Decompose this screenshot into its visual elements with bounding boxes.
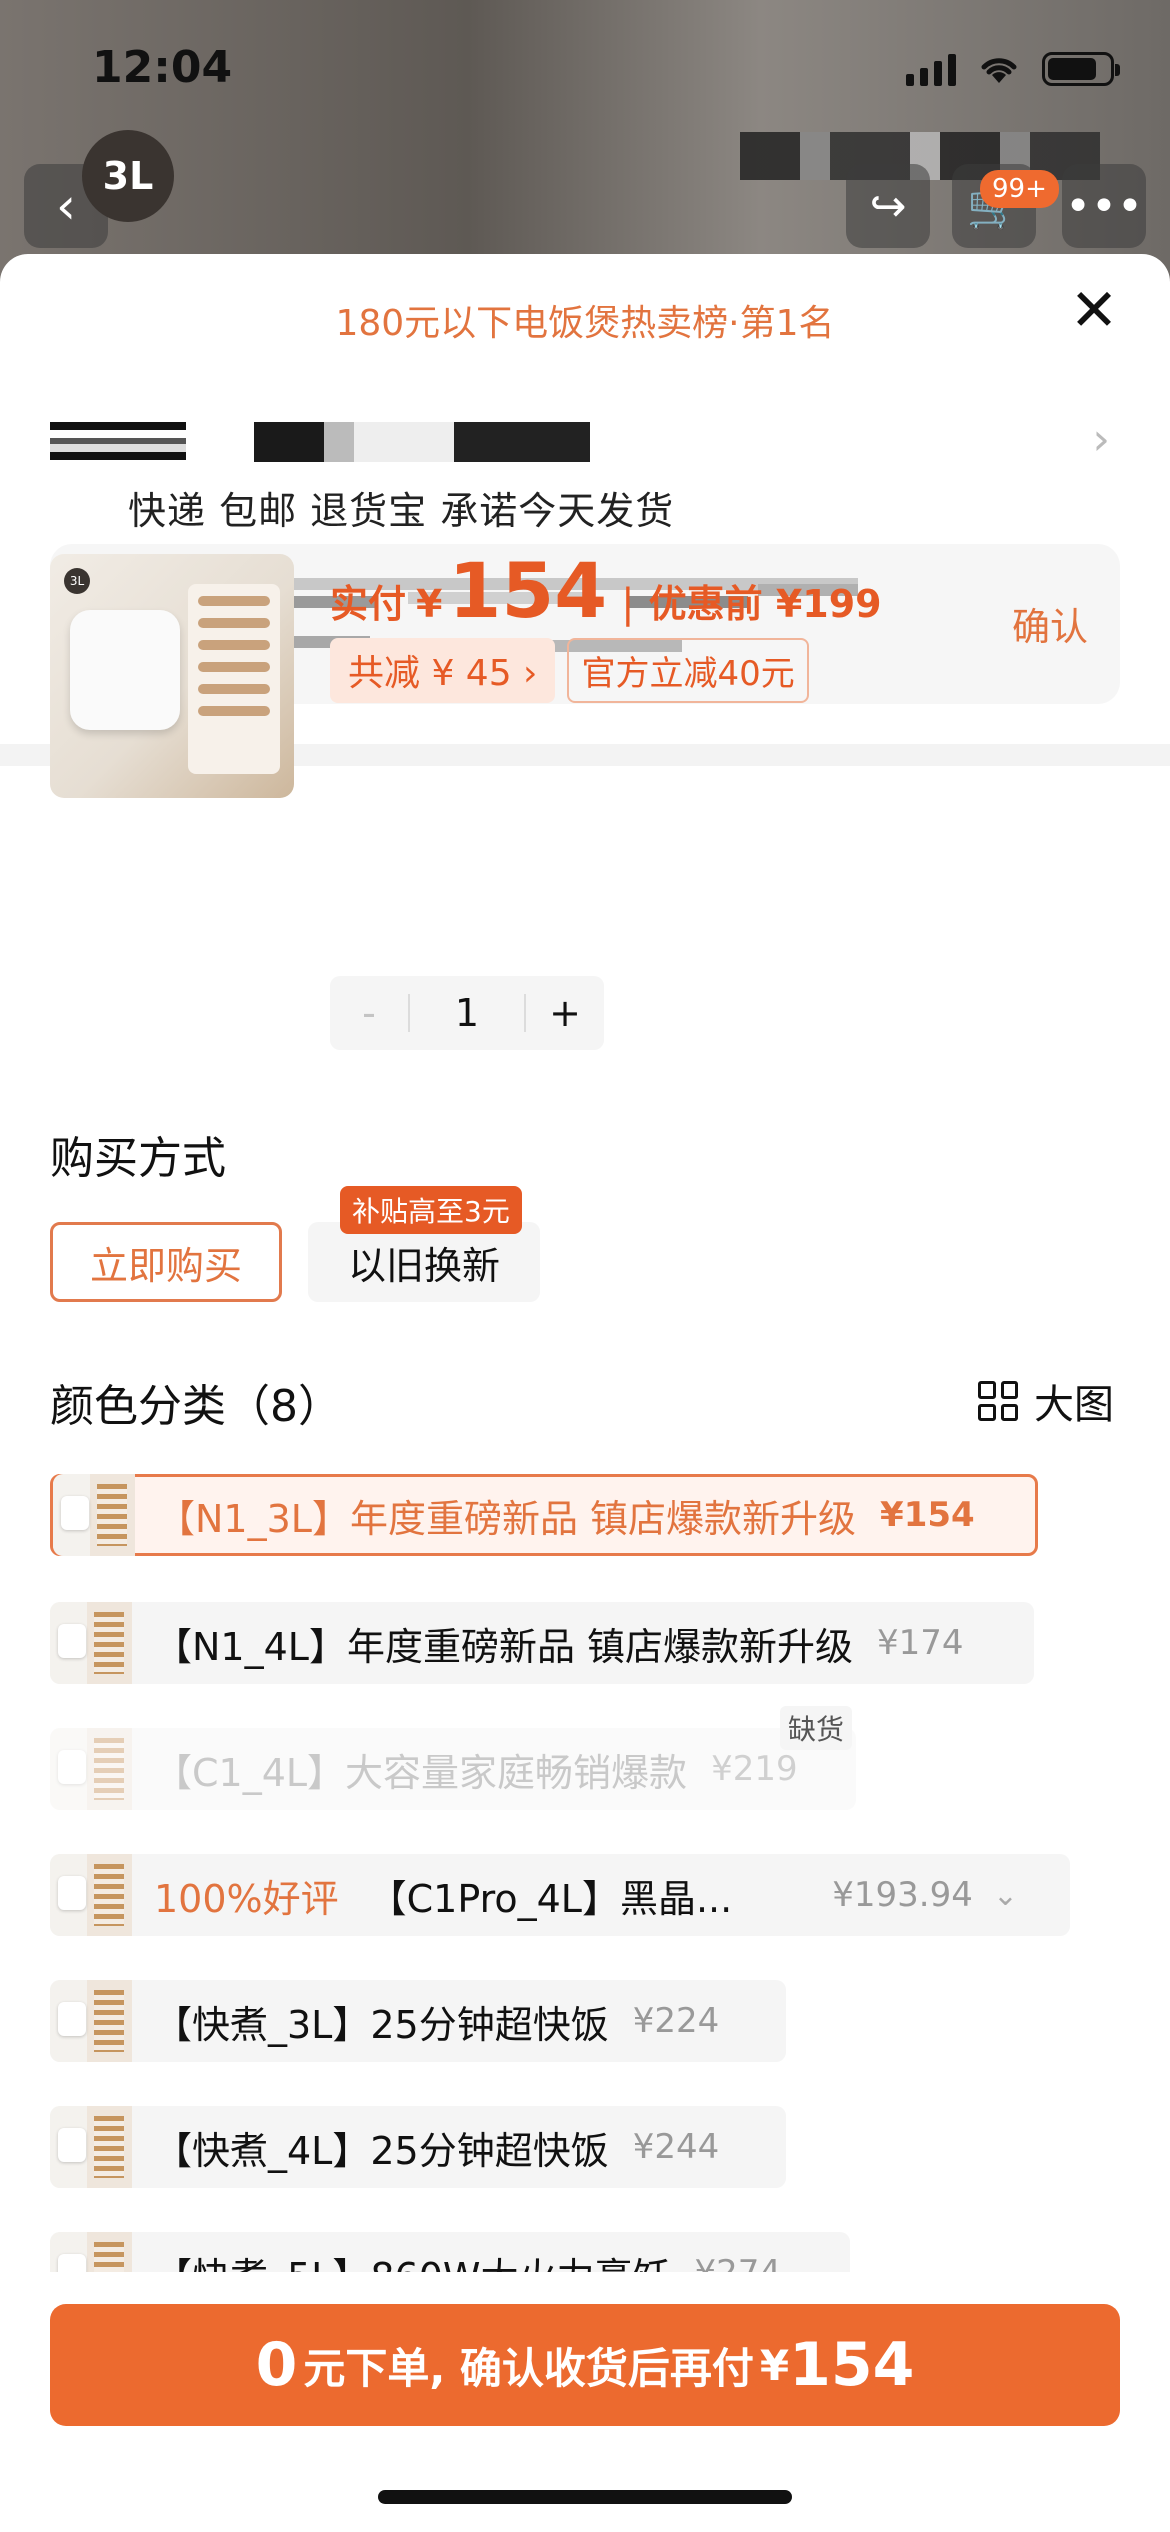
quantity-increase-button[interactable]: + [526, 991, 604, 1035]
subsidy-badge: 补贴高至3元 [340, 1186, 522, 1234]
variant-option[interactable]: 【N1_4L】年度重磅新品 镇店爆款新升级 ¥174 [50, 1602, 1034, 1684]
discount-tags: 共减 ¥ 45 › 官方立减40元 [330, 638, 809, 703]
price-row: 实付 ¥ 154 | 优惠前 ¥199 [330, 546, 882, 635]
variant-option[interactable]: 【N1_3L】年度重磅新品 镇店爆款新升级 ¥154 [50, 1474, 1038, 1556]
variant-price: ¥154 [880, 1495, 975, 1535]
variant-label: 【C1_4L】大容量家庭畅销爆款 [154, 1750, 688, 1795]
big-view-toggle[interactable]: 大图 [978, 1372, 1114, 1430]
close-button[interactable]: ✕ [1064, 280, 1124, 340]
variant-price: ¥219 [711, 1749, 798, 1789]
variant-price: ¥193.94 [832, 1875, 973, 1915]
rice-cooker-image [70, 610, 180, 730]
shipping-tags: 快递 包邮 退货宝 承诺今天发货 [128, 489, 675, 533]
status-time: 12:04 [92, 42, 233, 93]
review-tag: 100%好评 [154, 1876, 339, 1921]
quantity-value[interactable]: 1 [408, 994, 526, 1032]
redacted-address [254, 422, 590, 462]
grid-icon [978, 1381, 1018, 1421]
chevron-down-icon[interactable]: ⌄ [993, 1878, 1018, 1913]
purchase-mode-title: 购买方式 [50, 1133, 226, 1184]
total-savings-tag[interactable]: 共减 ¥ 45 › [330, 638, 556, 703]
variant-thumbnail [50, 2106, 132, 2188]
variant-label: 【快煮_3L】25分钟超快饭 [154, 2002, 609, 2047]
variant-thumbnail [53, 1474, 135, 1556]
cart-count-badge: 99+ [980, 170, 1059, 208]
trade-in-option[interactable]: 以旧换新 [308, 1222, 540, 1302]
variant-option[interactable]: 【快煮_4L】25分钟超快饭 ¥244 [50, 2106, 786, 2188]
battery-icon [1042, 52, 1120, 86]
rank-banner[interactable]: 180元以下电饭煲热卖榜·第1名 [0, 294, 1170, 346]
chevron-right-icon: › [1092, 414, 1110, 465]
official-discount-tag: 官方立减40元 [567, 638, 809, 703]
cta-amount: 154 [789, 2330, 915, 2400]
variant-label: 【N1_4L】年度重磅新品 镇店爆款新升级 [154, 1624, 854, 1669]
more-icon: ••• [1065, 180, 1143, 232]
status-icons [906, 52, 1120, 86]
variant-option[interactable]: 100%好评 【C1Pro_4L】黑晶... ¥193.94 ⌄ [50, 1854, 1070, 1936]
variant-option-out-of-stock[interactable]: 【C1_4L】大容量家庭畅销爆款 ¥219 [50, 1728, 856, 1810]
redacted-recipient [50, 422, 186, 466]
variant-label: 【快煮_4L】25分钟超快饭 [154, 2128, 609, 2173]
cta-text: 元下单, 确认收货后再付 [303, 2343, 754, 2393]
pay-amount: 154 [448, 546, 608, 635]
variant-price: ¥174 [877, 1623, 964, 1663]
share-icon: ↪ [869, 180, 907, 232]
variant-option[interactable]: 【快煮_3L】25分钟超快饭 ¥224 [50, 1980, 786, 2062]
price-divider: | [621, 581, 635, 627]
product-thumbnail[interactable]: 3L [50, 554, 294, 798]
variant-thumbnail [50, 1854, 132, 1936]
wifi-icon [981, 58, 1017, 83]
share-button[interactable]: ↪ [846, 164, 930, 248]
big-view-label: 大图 [1034, 1382, 1114, 1428]
thumb-feature-panel [188, 584, 280, 774]
signal-icon [906, 52, 956, 86]
variant-label: 【C1Pro_4L】黑晶... [368, 1876, 733, 1921]
place-order-button[interactable]: 0 元下单, 确认收货后再付 ¥ 154 [50, 2304, 1120, 2426]
cta-zero: 0 [255, 2330, 298, 2400]
color-section-title: 颜色分类（8） [50, 1381, 342, 1432]
variant-price: ¥244 [632, 2127, 720, 2167]
home-indicator [378, 2490, 792, 2504]
quantity-decrease-button[interactable]: - [330, 991, 408, 1035]
variant-thumbnail [50, 1602, 132, 1684]
pay-label: 实付 [330, 582, 407, 626]
variant-label: 【N1_3L】年度重磅新品 镇店爆款新升级 [157, 1496, 857, 1541]
chevron-left-icon: ‹ [56, 177, 76, 235]
out-of-stock-badge: 缺货 [780, 1706, 853, 1750]
variant-price: ¥224 [632, 2001, 720, 2041]
variant-thumbnail [50, 1980, 132, 2062]
confirm-link[interactable]: 确认 [1012, 596, 1088, 651]
close-icon: ✕ [1069, 276, 1119, 344]
original-price: 优惠前 ¥199 [648, 582, 882, 626]
thumb-size-tag: 3L [64, 568, 90, 594]
address-row[interactable]: › [50, 402, 1120, 482]
pay-currency: ¥ [416, 582, 443, 626]
buy-now-option[interactable]: 立即购买 [50, 1222, 282, 1302]
quantity-stepper: - 1 + [330, 976, 604, 1050]
size-badge: 3L [82, 130, 174, 222]
cta-currency: ¥ [759, 2340, 790, 2390]
more-button[interactable]: ••• [1062, 164, 1146, 248]
variant-thumbnail [50, 1728, 132, 1810]
status-bar: 12:04 [0, 0, 1170, 140]
